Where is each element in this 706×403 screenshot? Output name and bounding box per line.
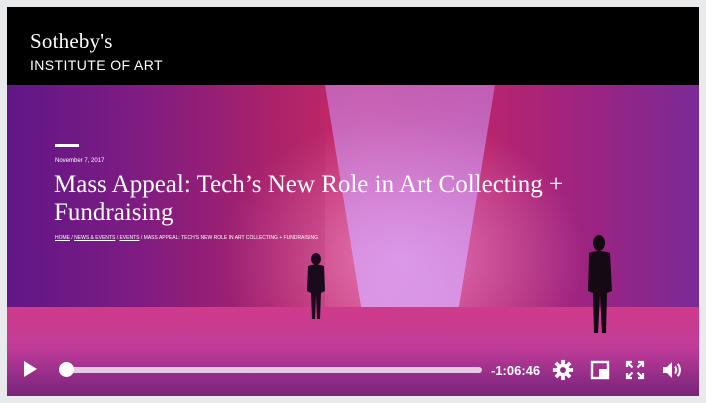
- breadcrumb-separator: /: [116, 235, 119, 241]
- fullscreen-icon[interactable]: [625, 360, 645, 380]
- breadcrumb-separator: /: [140, 235, 143, 241]
- breadcrumb-home[interactable]: HOME: [55, 235, 70, 241]
- seek-handle[interactable]: [58, 362, 74, 377]
- volume-icon[interactable]: [661, 359, 685, 381]
- site-header: Sotheby's INSTITUTE OF ART: [7, 7, 699, 85]
- person-silhouette-right: [588, 235, 612, 333]
- picture-in-picture-icon[interactable]: [590, 360, 610, 380]
- breadcrumb-current: MASS APPEAL: TECH’S NEW ROLE IN ART COLL…: [143, 235, 319, 241]
- article-date: November 7, 2017: [55, 158, 105, 164]
- seek-bar[interactable]: [62, 367, 482, 373]
- article-title: Mass Appeal: Tech’s New Role in Art Coll…: [54, 171, 564, 226]
- breadcrumb-news-events[interactable]: NEWS & EVENTS: [74, 235, 115, 241]
- breadcrumb-separator: /: [71, 235, 73, 241]
- time-remaining: -1:06:46: [491, 363, 541, 378]
- gear-icon[interactable]: [552, 359, 574, 381]
- breadcrumb: HOME / NEWS & EVENTS / EVENTS / MASS APP…: [55, 235, 318, 241]
- person-silhouette-left: [307, 253, 325, 319]
- video-player[interactable]: Sotheby's INSTITUTE OF ART November 7, 2…: [7, 7, 699, 396]
- title-rule: [55, 144, 79, 147]
- logo-wordmark[interactable]: Sotheby's: [30, 29, 113, 54]
- logo-subtitle: INSTITUTE OF ART: [30, 57, 163, 73]
- breadcrumb-events[interactable]: EVENTS: [119, 235, 139, 241]
- play-icon[interactable]: [21, 359, 39, 379]
